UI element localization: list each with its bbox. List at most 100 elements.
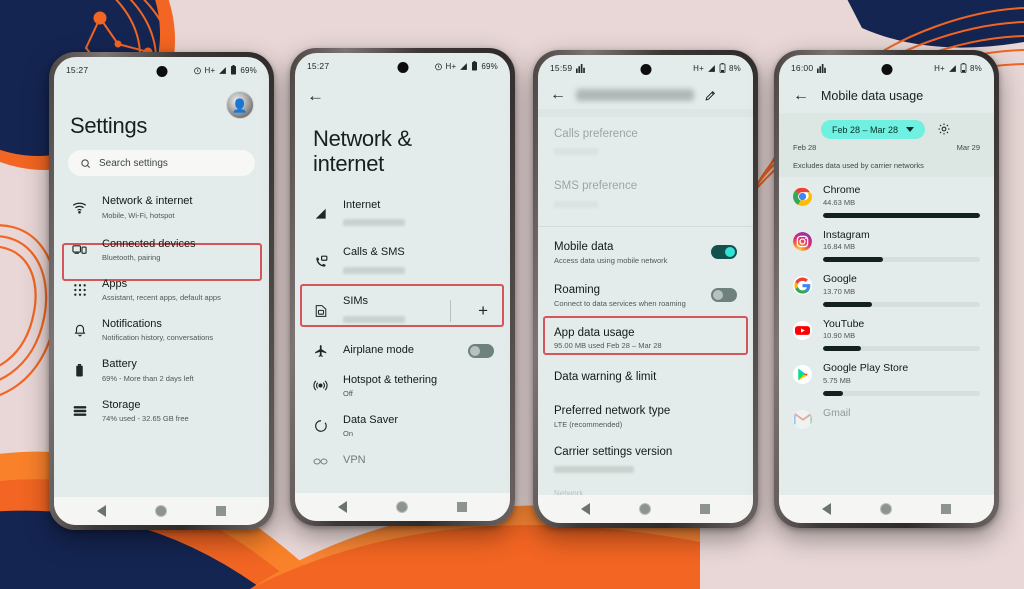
search-icon xyxy=(80,158,91,169)
camera-punch-hole xyxy=(397,62,408,73)
nav-back-icon[interactable] xyxy=(821,503,831,515)
roaming-toggle[interactable] xyxy=(711,288,737,303)
sidebar-item-sublabel: 74% used - 32.65 GB free xyxy=(102,413,189,423)
list-item-data-saver[interactable]: Data Saver On xyxy=(295,406,510,446)
data-usage-scroll-area[interactable]: ← Mobile data usage Feb 28 – Mar 28 Feb … xyxy=(779,81,994,495)
gear-icon[interactable] xyxy=(937,122,952,137)
nav-recents-icon[interactable] xyxy=(941,504,952,514)
sidebar-item-notifications[interactable]: Notifications Notification history, conv… xyxy=(54,310,269,350)
list-item-data-warning-limit[interactable]: Data warning & limit xyxy=(538,359,753,395)
sidebar-item-sublabel: Bluetooth, pairing xyxy=(102,252,161,262)
exclusion-note: Excludes data used by carrier networks xyxy=(793,161,924,170)
list-item-label: Mobile data xyxy=(554,240,614,253)
nav-home-icon[interactable] xyxy=(638,503,651,515)
battery-icon xyxy=(719,63,726,73)
usage-bar-fill xyxy=(823,346,861,352)
list-item-label: Data warning & limit xyxy=(554,371,657,384)
navigation-bar[interactable] xyxy=(779,495,994,523)
google-icon xyxy=(793,276,812,296)
back-arrow-icon[interactable]: ← xyxy=(793,88,809,104)
section-spacer xyxy=(538,109,753,117)
settings-scroll-area[interactable]: 👤 Settings Search settings Network & int… xyxy=(54,83,269,497)
usage-bar-fill xyxy=(823,301,872,307)
list-item-sims[interactable]: SIMs + xyxy=(295,286,510,336)
list-item-roaming[interactable]: Roaming Connect to data services when ro… xyxy=(538,274,753,317)
gmail-icon xyxy=(793,409,812,429)
sim-detail-scroll-area[interactable]: ← Calls preference SMS preference Mobile… xyxy=(538,81,753,495)
phone-settings-home: 15:27 H+ 69% 👤 Settings Search settings … xyxy=(49,52,274,530)
sidebar-item-storage[interactable]: Storage 74% used - 32.65 GB free xyxy=(54,391,269,431)
screen-mobile-data-usage: 16:00 H+ 8% ← Mobile data usage Feb 28 –… xyxy=(779,55,994,523)
avatar[interactable]: 👤 xyxy=(226,91,254,119)
list-item-sublabel: Off xyxy=(343,389,353,399)
apps-grid-icon xyxy=(70,283,89,297)
usage-bar xyxy=(823,257,980,263)
nav-recents-icon[interactable] xyxy=(216,506,227,516)
status-battery-percent: 69% xyxy=(240,65,257,75)
nav-back-icon[interactable] xyxy=(580,503,590,515)
app-bar: ← xyxy=(538,81,753,109)
sidebar-item-apps[interactable]: Apps Assistant, recent apps, default app… xyxy=(54,270,269,310)
battery-icon xyxy=(230,65,237,75)
app-name: Instagram xyxy=(823,228,870,241)
status-battery-percent: 8% xyxy=(970,63,982,73)
navigation-bar[interactable] xyxy=(54,497,269,525)
sidebar-item-label: Apps xyxy=(102,277,128,290)
usage-bar xyxy=(823,212,980,218)
avatar-face-icon: 👤 xyxy=(231,97,249,113)
youtube-icon xyxy=(793,320,812,340)
navigation-bar[interactable] xyxy=(538,495,753,523)
nav-home-icon[interactable] xyxy=(879,503,892,515)
list-item-label: Carrier settings version xyxy=(554,445,673,458)
range-start-label: Feb 28 xyxy=(793,143,817,152)
nav-home-icon[interactable] xyxy=(395,501,408,513)
signal-icon xyxy=(707,64,716,73)
list-item-calls-preference[interactable]: Calls preference xyxy=(538,117,753,169)
list-item-sms-preference[interactable]: SMS preference xyxy=(538,169,753,221)
list-item-sublabel: LTE (recommended) xyxy=(554,419,623,429)
list-item[interactable]: Instagram 16.84 MB xyxy=(779,222,994,267)
list-item[interactable]: YouTube 10.90 MB xyxy=(779,311,994,356)
nav-back-icon[interactable] xyxy=(337,501,347,513)
sidebar-item-battery[interactable]: Battery 69% - More than 2 days left xyxy=(54,350,269,390)
navigation-bar[interactable] xyxy=(295,493,510,521)
mobile-data-toggle[interactable] xyxy=(711,245,737,260)
date-range-chip[interactable]: Feb 28 – Mar 28 xyxy=(820,120,926,139)
nav-home-icon[interactable] xyxy=(154,505,167,517)
list-item[interactable]: Google 13.70 MB xyxy=(779,266,994,311)
battery-icon xyxy=(960,63,967,73)
status-network-type: H+ xyxy=(204,65,216,75)
add-sim-button[interactable]: + xyxy=(478,302,494,319)
nav-recents-icon[interactable] xyxy=(700,504,711,514)
nav-back-icon[interactable] xyxy=(96,505,106,517)
list-item-airplane-mode[interactable]: Airplane mode xyxy=(295,336,510,366)
list-item-vpn[interactable]: VPN xyxy=(295,446,510,476)
nav-recents-icon[interactable] xyxy=(457,502,468,512)
list-item-internet[interactable]: Internet xyxy=(295,191,510,239)
pencil-icon[interactable] xyxy=(704,89,717,102)
battery-icon xyxy=(70,363,89,377)
sidebar-item-network-internet[interactable]: Network & internet Mobile, Wi-Fi, hotspo… xyxy=(54,185,269,229)
list-item-hotspot-tethering[interactable]: Hotspot & tethering Off xyxy=(295,366,510,406)
screen-network-internet: 15:27 H+ 69% ← Network & internet Intern… xyxy=(295,53,510,521)
list-item[interactable]: Gmail xyxy=(779,400,994,433)
app-name: YouTube xyxy=(823,317,865,330)
list-item-preferred-network-type[interactable]: Preferred network type LTE (recommended) xyxy=(538,396,753,437)
search-input[interactable]: Search settings xyxy=(68,150,255,177)
sidebar-item-connected-devices[interactable]: Connected devices Bluetooth, pairing xyxy=(54,230,269,270)
list-item-label: SMS preference xyxy=(554,180,638,193)
list-item-mobile-data[interactable]: Mobile data Access data using mobile net… xyxy=(538,231,753,274)
list-item-carrier-settings-version[interactable]: Carrier settings version xyxy=(538,437,753,485)
back-arrow-icon[interactable]: ← xyxy=(550,87,566,103)
list-item-label: Preferred network type xyxy=(554,404,671,417)
list-item[interactable]: Chrome 44.63 MB xyxy=(779,177,994,222)
airplane-mode-toggle[interactable] xyxy=(468,343,494,358)
back-arrow-icon[interactable]: ← xyxy=(295,79,510,104)
status-network-type: H+ xyxy=(693,63,705,73)
list-item-app-data-usage[interactable]: App data usage 95.00 MB used Feb 28 – Ma… xyxy=(538,317,753,360)
list-item[interactable]: Google Play Store 5.75 MB xyxy=(779,355,994,400)
vpn-icon xyxy=(311,456,330,467)
list-item-calls-sms[interactable]: Calls & SMS xyxy=(295,238,510,286)
usage-bar xyxy=(823,301,980,307)
network-scroll-area[interactable]: ← Network & internet Internet Calls & SM… xyxy=(295,79,510,493)
